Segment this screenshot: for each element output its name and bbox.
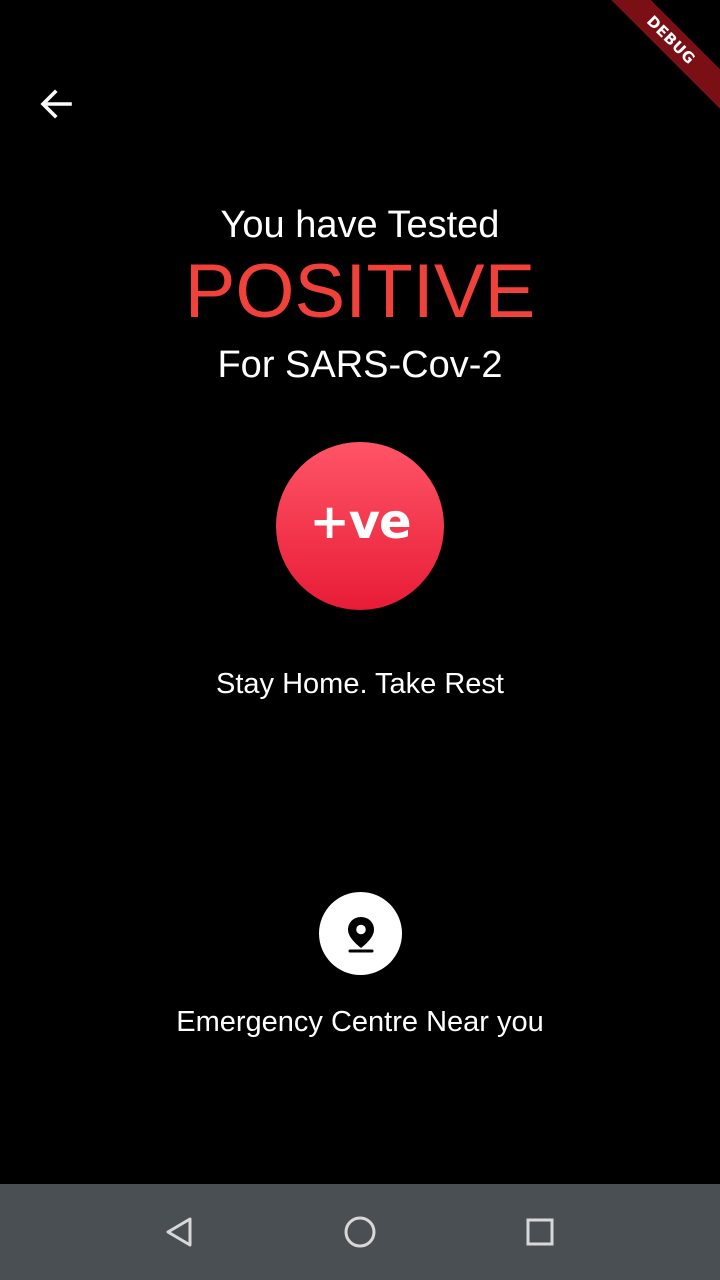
debug-label: DEBUG bbox=[643, 12, 699, 68]
debug-banner: DEBUG bbox=[580, 0, 720, 140]
emergency-centre-button[interactable] bbox=[319, 892, 402, 975]
advice-text: Stay Home. Take Rest bbox=[216, 668, 504, 700]
result-status: POSITIVE bbox=[184, 249, 536, 334]
back-button[interactable] bbox=[30, 80, 82, 128]
location-pin-icon bbox=[347, 916, 374, 952]
nav-recents-button[interactable] bbox=[512, 1204, 568, 1260]
result-virus: For SARS-Cov-2 bbox=[217, 344, 503, 386]
positive-badge: +ve bbox=[276, 442, 444, 610]
screen: DEBUG You have Tested POSITIVE For SARS-… bbox=[0, 0, 720, 1280]
recents-nav-icon bbox=[526, 1218, 554, 1246]
emergency-label[interactable]: Emergency Centre Near you bbox=[0, 1004, 720, 1040]
back-nav-icon bbox=[166, 1217, 192, 1247]
arrow-back-icon bbox=[40, 89, 72, 119]
result-intro: You have Tested bbox=[220, 204, 500, 246]
nav-home-button[interactable] bbox=[332, 1204, 388, 1260]
home-nav-icon bbox=[344, 1216, 376, 1248]
badge-text: +ve bbox=[309, 494, 411, 550]
nav-back-button[interactable] bbox=[152, 1204, 208, 1260]
system-navbar bbox=[0, 1184, 720, 1280]
